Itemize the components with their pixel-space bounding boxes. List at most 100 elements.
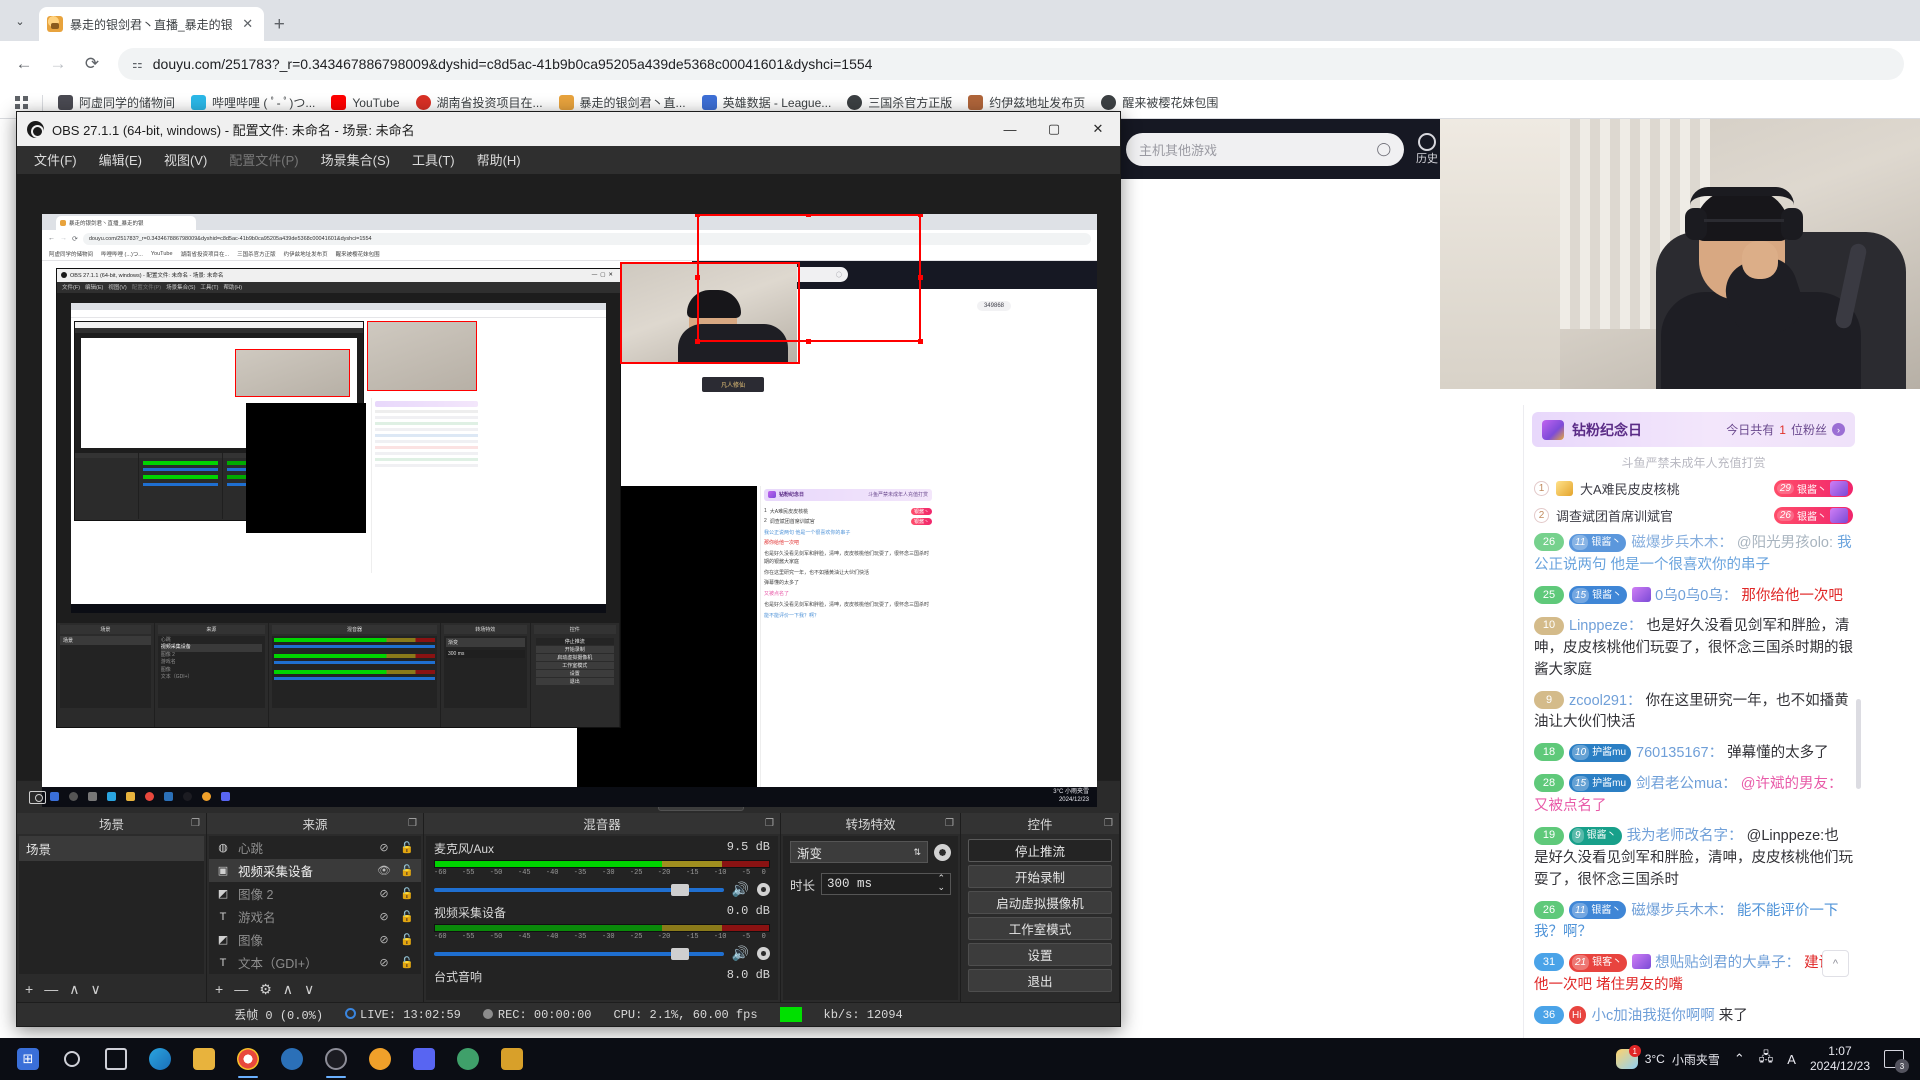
browser-tab[interactable]: 暴走的银剑君丶直播_暴走的银 ✕: [39, 7, 264, 41]
start-recording-button[interactable]: 开始录制: [968, 865, 1112, 889]
taskbar-app-folder[interactable]: [490, 1038, 534, 1080]
taskbar-app-chrome[interactable]: [226, 1038, 270, 1080]
close-icon[interactable]: ✕: [240, 16, 256, 32]
source-item[interactable]: T 文本（GDI+） ⊘ 🔓: [209, 951, 421, 974]
menu-scene-collection[interactable]: 场景集合(S): [312, 146, 399, 173]
duration-field[interactable]: 300 ms ⌃ ⌄: [821, 873, 951, 896]
lock-open-icon[interactable]: 🔓: [399, 864, 415, 877]
taskbar-app-steam[interactable]: [270, 1038, 314, 1080]
menu-tools[interactable]: 工具(T): [403, 146, 464, 173]
chevron-up-icon[interactable]: ⌃: [1734, 1051, 1745, 1067]
remove-scene-button[interactable]: —: [44, 981, 58, 997]
resize-handle-nw[interactable]: [695, 213, 700, 217]
chat-username[interactable]: Linppeze: [1569, 618, 1628, 634]
obs-preview-area[interactable]: 暴走的银剑君丶直播_暴走的银 ← → ⟳ douyu.com/251783?_r…: [17, 173, 1120, 807]
start-virtual-camera-button[interactable]: 启动虚拟摄像机: [968, 891, 1112, 915]
resize-handle-n[interactable]: [806, 213, 811, 217]
reload-icon[interactable]: ⟳: [76, 48, 108, 80]
add-source-button[interactable]: +: [215, 981, 223, 997]
menu-help[interactable]: 帮助(H): [468, 146, 530, 173]
chevron-right-icon[interactable]: ›: [1832, 423, 1845, 436]
taskbar-app-discord[interactable]: [402, 1038, 446, 1080]
maximize-icon[interactable]: ▢: [1032, 112, 1076, 146]
resize-handle-s[interactable]: [806, 338, 811, 344]
speaker-icon[interactable]: 🔊: [732, 945, 749, 962]
search-icon[interactable]: ◯: [1376, 141, 1391, 157]
fan-rank-row[interactable]: 2 调查斌团首席训斌官 26 银酱丶: [1524, 502, 1863, 529]
menu-view[interactable]: 视图(V): [155, 146, 216, 173]
start-button[interactable]: ⊞: [6, 1038, 50, 1080]
resize-handle-ne[interactable]: [918, 213, 923, 217]
taskbar-app-explorer[interactable]: [182, 1038, 226, 1080]
remove-source-button[interactable]: —: [234, 981, 248, 997]
scene-item[interactable]: 场景: [19, 836, 204, 862]
menu-file[interactable]: 文件(F): [25, 146, 86, 173]
float-dock-icon[interactable]: ❐: [1104, 818, 1113, 829]
volume-slider-knob[interactable]: [670, 883, 689, 896]
chat-username[interactable]: 0乌0乌0乌: [1655, 588, 1723, 604]
source-item[interactable]: ▣ 视频采集设备 👁 🔓: [209, 859, 421, 883]
notification-center-icon[interactable]: 3: [1884, 1050, 1909, 1073]
clock[interactable]: 1:07 2024/12/23: [1810, 1044, 1870, 1074]
obs-titlebar[interactable]: OBS 27.1.1 (64-bit, windows) - 配置文件: 未命名…: [17, 112, 1120, 146]
volume-slider[interactable]: [434, 883, 724, 896]
taskbar-app-record[interactable]: [358, 1038, 402, 1080]
stop-streaming-button[interactable]: 停止推流: [968, 839, 1112, 863]
move-source-down-button[interactable]: ∨: [304, 981, 314, 998]
chat-username[interactable]: 剑君老公mua: [1636, 776, 1722, 792]
lock-open-icon[interactable]: 🔓: [399, 841, 415, 854]
chat-username[interactable]: zcool291: [1569, 693, 1627, 709]
scene-list[interactable]: 场景: [19, 836, 204, 975]
eye-hidden-icon[interactable]: ⊘: [376, 910, 392, 923]
source-properties-button[interactable]: ⚙: [259, 981, 272, 998]
chat-username[interactable]: 小c加油我挺你啊啊: [1591, 1008, 1714, 1024]
tab-search-chevron-icon[interactable]: ⌄: [3, 4, 37, 38]
search-button[interactable]: [50, 1038, 94, 1080]
network-icon[interactable]: 🖧: [1759, 1048, 1774, 1070]
exit-button[interactable]: 退出: [968, 969, 1112, 993]
float-dock-icon[interactable]: ❐: [408, 818, 417, 829]
lock-open-icon[interactable]: 🔓: [399, 933, 415, 946]
gear-icon[interactable]: [934, 843, 951, 861]
minimize-icon[interactable]: —: [988, 112, 1032, 146]
chat-scrollbar[interactable]: [1856, 699, 1861, 789]
resize-handle-e[interactable]: [918, 274, 923, 280]
chat-username[interactable]: 760135167: [1636, 745, 1709, 761]
obs-preview-canvas[interactable]: 暴走的银剑君丶直播_暴走的银 ← → ⟳ douyu.com/251783?_r…: [42, 213, 1097, 807]
eye-hidden-icon[interactable]: ⊘: [376, 887, 392, 900]
taskbar-app-edge[interactable]: [138, 1038, 182, 1080]
eye-visible-icon[interactable]: 👁: [376, 864, 392, 877]
resize-handle-sw[interactable]: [695, 338, 700, 344]
chevron-updown-icon[interactable]: ⇅: [913, 847, 921, 858]
eye-hidden-icon[interactable]: ⊘: [376, 933, 392, 946]
forward-icon[interactable]: →: [42, 48, 74, 80]
eye-hidden-icon[interactable]: ⊘: [376, 956, 392, 969]
move-scene-down-button[interactable]: ∨: [90, 981, 100, 998]
douyu-search-box[interactable]: 主机其他游戏 ◯: [1126, 132, 1404, 166]
volume-slider[interactable]: [434, 947, 724, 960]
close-icon[interactable]: ✕: [1076, 112, 1120, 146]
source-item[interactable]: ◩ 图像 ⊘ 🔓: [209, 928, 421, 951]
float-dock-icon[interactable]: ❐: [945, 818, 954, 829]
ime-icon[interactable]: A: [1787, 1052, 1796, 1067]
menu-edit[interactable]: 编辑(E): [90, 146, 151, 173]
add-scene-button[interactable]: +: [25, 981, 33, 997]
fan-anniversary-banner[interactable]: 钻粉纪念日 今日共有 1 位粉丝 ›: [1532, 412, 1855, 447]
mixer-body[interactable]: 麦克风/Aux 9.5 dB -60 -55 -50 -45 -40 -35 -30 -25-…: [426, 836, 778, 1001]
task-view-button[interactable]: [94, 1038, 138, 1080]
chat-username[interactable]: 磁爆步兵木木: [1631, 535, 1718, 551]
gear-icon[interactable]: [757, 883, 770, 897]
lock-open-icon[interactable]: 🔓: [399, 910, 415, 923]
move-scene-up-button[interactable]: ∧: [69, 981, 79, 998]
studio-mode-button[interactable]: 工作室模式: [968, 917, 1112, 941]
source-selection-box[interactable]: [695, 213, 923, 344]
source-item[interactable]: ◩ 图像 2 ⊘ 🔓: [209, 882, 421, 905]
float-dock-icon[interactable]: ❐: [191, 818, 200, 829]
speaker-icon[interactable]: 🔊: [732, 881, 749, 898]
settings-button[interactable]: 设置: [968, 943, 1112, 967]
float-dock-icon[interactable]: ❐: [765, 818, 774, 829]
spinner-icon[interactable]: ⌃ ⌄: [937, 875, 945, 893]
chat-username[interactable]: 磁爆步兵木木: [1631, 903, 1718, 919]
fan-rank-row[interactable]: 1 大A难民皮皮核桃 29 银酱丶: [1524, 475, 1863, 502]
bookmark-item[interactable]: YouTube: [324, 92, 406, 113]
